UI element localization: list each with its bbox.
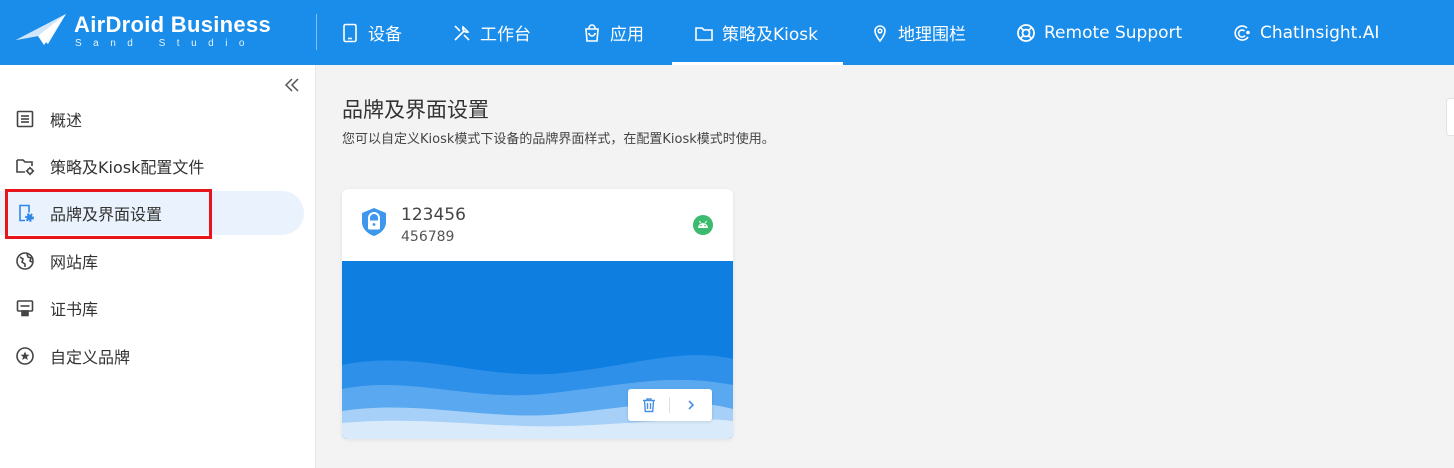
nav-policy-kiosk[interactable]: 策略及Kiosk xyxy=(672,0,843,65)
sidebar-item-label: 自定义品牌 xyxy=(50,348,131,367)
tools-icon xyxy=(454,24,470,41)
selection-highlight xyxy=(5,189,212,239)
lifebuoy-icon xyxy=(1017,23,1035,42)
sidebar: 概述 策略及Kiosk配置文件 品牌及界面设置 网站库 证书库 自定义品牌 xyxy=(0,65,316,468)
nav-workbench[interactable]: 工作台 xyxy=(452,0,531,65)
nav-chatinsight[interactable]: ChatInsight.AI xyxy=(1232,0,1379,65)
topbar-divider xyxy=(316,14,317,50)
folder-settings-icon xyxy=(14,155,36,177)
card-action-bar xyxy=(628,389,712,421)
lock-icon xyxy=(360,207,388,241)
trash-icon xyxy=(642,398,655,413)
brand-subtitle: Sand Studio xyxy=(75,38,256,49)
nav-apps[interactable]: 应用 xyxy=(582,0,644,65)
list-icon xyxy=(14,108,36,130)
nav-policy-kiosk-label: 策略及Kiosk xyxy=(722,25,818,45)
brand-card-name: 123456 xyxy=(401,205,466,225)
sidebar-item-website-library[interactable]: 网站库 xyxy=(0,239,304,283)
android-icon xyxy=(693,215,713,235)
nav-remote-support[interactable]: Remote Support xyxy=(1016,0,1182,65)
nav-apps-label: 应用 xyxy=(610,25,644,45)
brand-card[interactable]: 123456 456789 xyxy=(342,189,733,439)
sidebar-item-overview[interactable]: 概述 xyxy=(0,97,304,141)
globe-icon xyxy=(14,250,36,272)
brand-title: AirDroid Business xyxy=(74,12,272,37)
sidebar-item-custom-brand[interactable]: 自定义品牌 xyxy=(0,334,304,378)
chatinsight-icon xyxy=(1234,24,1250,41)
sidebar-item-label: 策略及Kiosk配置文件 xyxy=(50,158,205,177)
nav-remote-support-label: Remote Support xyxy=(1044,22,1183,43)
collapse-sidebar-icon[interactable] xyxy=(283,76,303,96)
nav-geofence[interactable]: 地理围栏 xyxy=(870,0,966,65)
add-brand-button[interactable] xyxy=(1446,98,1454,136)
sidebar-item-certificate-library[interactable]: 证书库 xyxy=(0,286,304,330)
nav-workbench-label: 工作台 xyxy=(480,25,531,45)
sidebar-item-label: 网站库 xyxy=(50,253,99,272)
nav-geofence-label: 地理围栏 xyxy=(898,25,966,45)
brand-card-subtitle: 456789 xyxy=(401,229,455,245)
tablet-icon xyxy=(343,23,357,42)
paper-plane-icon xyxy=(16,14,66,45)
map-pin-icon xyxy=(874,24,886,42)
page-title: 品牌及界面设置 xyxy=(342,98,489,122)
sidebar-item-policy-files[interactable]: 策略及Kiosk配置文件 xyxy=(0,144,304,188)
delete-button[interactable] xyxy=(628,389,669,421)
sidebar-item-label: 概述 xyxy=(50,111,83,130)
shopping-bag-icon xyxy=(585,23,599,42)
star-circle-icon xyxy=(14,345,36,367)
folder-icon xyxy=(695,26,713,41)
nav-devices[interactable]: 设备 xyxy=(340,0,402,65)
airdroid-business-logo[interactable]: AirDroid Business Sand Studio xyxy=(14,8,294,54)
nav-devices-label: 设备 xyxy=(368,25,402,45)
page-description: 您可以自定义Kiosk模式下设备的品牌界面样式，在配置Kiosk模式时使用。 xyxy=(342,132,775,147)
open-details-button[interactable] xyxy=(670,389,711,421)
nav-chatinsight-label: ChatInsight.AI xyxy=(1260,22,1380,43)
sidebar-item-label: 证书库 xyxy=(50,300,99,319)
chevron-right-icon xyxy=(687,400,694,410)
certificate-icon xyxy=(14,297,36,319)
top-navigation-bar: AirDroid Business Sand Studio 设备 工作台 应用 … xyxy=(0,0,1454,65)
